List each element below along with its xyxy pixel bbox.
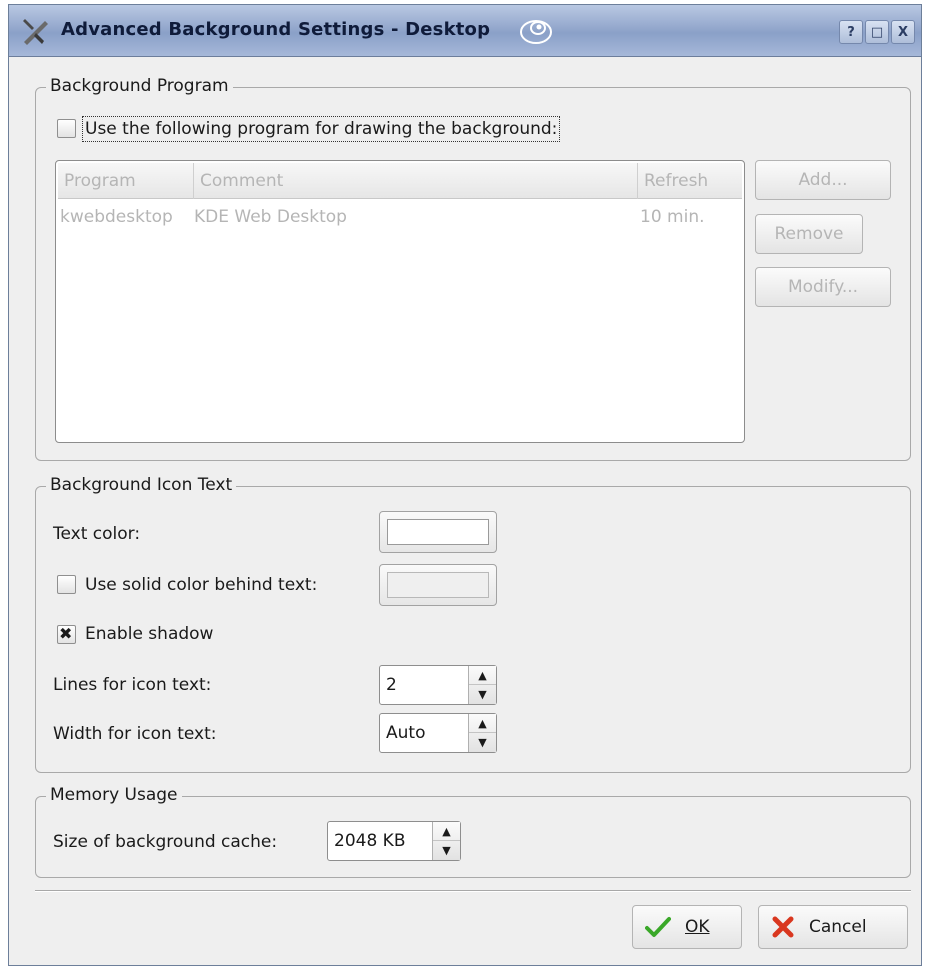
lines-label: Lines for icon text: — [53, 675, 212, 695]
column-comment[interactable]: Comment — [194, 163, 638, 199]
width-value: Auto — [386, 723, 426, 743]
help-title-button[interactable]: ? — [839, 20, 863, 44]
dialog-window: Advanced Background Settings - Desktop ?… — [8, 4, 922, 966]
title-bar[interactable]: Advanced Background Settings - Desktop ?… — [9, 5, 921, 57]
solid-color-label[interactable]: Use solid color behind text: — [85, 575, 317, 595]
cache-size-spinbox[interactable]: 2048 KB ▲ ▼ — [327, 821, 461, 861]
spin-down-icon[interactable]: ▼ — [469, 685, 496, 704]
program-list[interactable]: Program Comment Refresh kwebdesktop KDE … — [55, 160, 745, 443]
cell-program: kwebdesktop — [60, 207, 173, 227]
lines-value: 2 — [386, 675, 397, 695]
program-list-header: Program Comment Refresh — [58, 163, 742, 199]
solid-color-button[interactable] — [379, 564, 497, 606]
close-title-button[interactable]: X — [891, 20, 915, 44]
spin-down-icon[interactable]: ▼ — [469, 733, 496, 752]
cache-size-label: Size of background cache: — [53, 832, 278, 852]
add-button[interactable]: Add... — [755, 160, 891, 200]
memory-usage-title: Memory Usage — [46, 785, 182, 805]
use-program-checkbox[interactable] — [57, 119, 76, 138]
text-color-label: Text color: — [53, 524, 141, 544]
cancel-button[interactable]: Cancel — [758, 905, 908, 949]
lines-spinbox[interactable]: 2 ▲ ▼ — [379, 665, 497, 705]
width-label: Width for icon text: — [53, 724, 217, 744]
cancel-x-icon — [772, 916, 794, 938]
cache-size-value: 2048 KB — [334, 831, 406, 851]
maximize-title-button[interactable]: □ — [865, 20, 889, 44]
spin-down-icon[interactable]: ▼ — [433, 841, 460, 860]
cell-comment: KDE Web Desktop — [194, 207, 347, 227]
cell-refresh: 10 min. — [640, 207, 705, 227]
enable-shadow-checkbox[interactable] — [57, 624, 76, 644]
width-spinbox[interactable]: Auto ▲ ▼ — [379, 713, 497, 753]
spin-up-icon[interactable]: ▲ — [433, 822, 460, 841]
background-program-title: Background Program — [46, 76, 233, 96]
ok-label: OK — [685, 917, 710, 937]
modify-button[interactable]: Modify... — [755, 267, 891, 307]
spin-up-icon[interactable]: ▲ — [469, 714, 496, 733]
enable-shadow-label[interactable]: Enable shadow — [85, 624, 213, 644]
window-title: Advanced Background Settings - Desktop — [61, 19, 491, 40]
ok-button[interactable]: OK — [632, 905, 742, 949]
cancel-label: Cancel — [809, 917, 867, 937]
text-color-swatch — [387, 519, 489, 545]
column-refresh[interactable]: Refresh — [638, 163, 742, 199]
column-program[interactable]: Program — [58, 163, 194, 199]
spiral-icon — [520, 20, 552, 44]
use-program-label[interactable]: Use the following program for drawing th… — [81, 116, 561, 142]
dialog-separator — [35, 890, 911, 892]
kde-tools-icon — [23, 19, 48, 45]
checkmark-icon — [645, 917, 671, 937]
text-color-button[interactable] — [379, 511, 497, 553]
solid-color-checkbox[interactable] — [57, 575, 76, 594]
remove-button[interactable]: Remove — [755, 214, 863, 254]
spin-up-icon[interactable]: ▲ — [469, 666, 496, 685]
icon-text-title: Background Icon Text — [46, 475, 237, 495]
solid-color-swatch — [387, 572, 489, 598]
